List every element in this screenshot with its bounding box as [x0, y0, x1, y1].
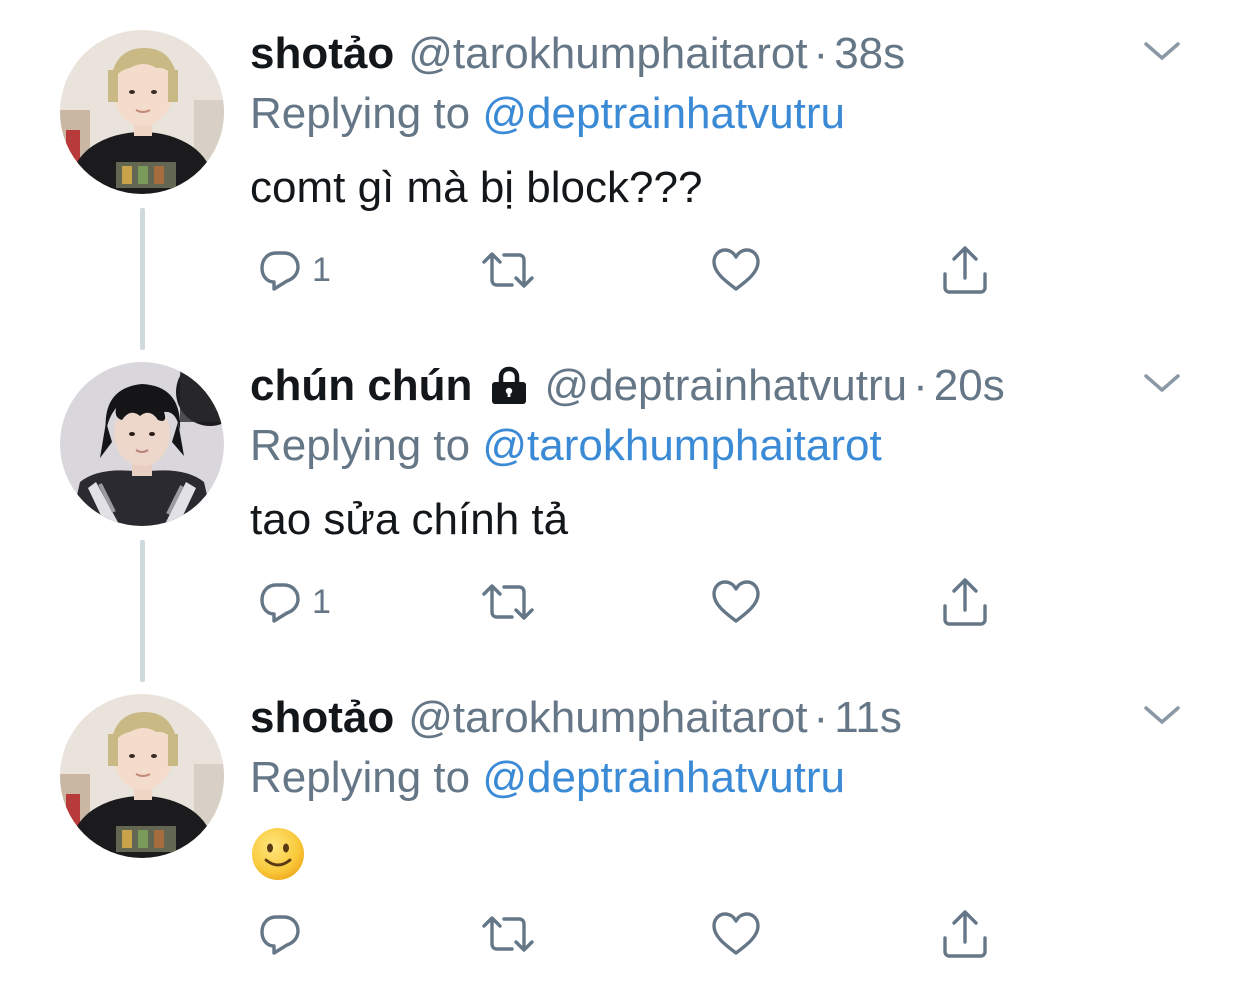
tweet-text	[250, 822, 306, 882]
like-button[interactable]	[710, 240, 762, 300]
replying-to-handle[interactable]: @deptrainhatvutru	[482, 753, 845, 802]
reply-button[interactable]: 1	[256, 572, 331, 632]
replying-to: Replying to @deptrainhatvutru	[250, 750, 845, 806]
avatar[interactable]	[60, 694, 224, 858]
tweet-header: chún chún @deptrainhatvutru · 20s	[250, 358, 1005, 414]
reply-count: 1	[312, 251, 331, 289]
timestamp[interactable]: 38s	[834, 26, 905, 82]
retweet-button[interactable]	[480, 240, 536, 300]
display-name[interactable]: shotảo	[250, 690, 394, 746]
user-handle[interactable]: @tarokhumphaitarot	[408, 26, 807, 82]
avatar[interactable]	[60, 362, 224, 526]
reply-button[interactable]	[256, 904, 312, 964]
separator-dot: ·	[813, 29, 829, 78]
separator-dot: ·	[813, 693, 829, 742]
reply-count: 1	[312, 583, 331, 621]
retweet-icon	[482, 584, 534, 620]
user-handle[interactable]: @deptrainhatvutru	[544, 358, 907, 414]
avatar-photo	[60, 30, 224, 194]
tweet-actions: 1	[250, 572, 1050, 632]
like-icon	[712, 580, 760, 623]
share-button[interactable]	[940, 904, 990, 964]
display-name[interactable]: chún chún	[250, 358, 472, 414]
replying-to: Replying to @deptrainhatvutru	[250, 86, 845, 142]
timestamp[interactable]: 20s	[934, 358, 1005, 414]
like-icon	[712, 912, 760, 955]
user-handle[interactable]: @tarokhumphaitarot	[408, 690, 807, 746]
tweet-text: comt gì mà bị block???	[250, 163, 703, 212]
share-icon	[943, 246, 987, 294]
display-name[interactable]: shotảo	[250, 26, 394, 82]
replying-prefix: Replying to	[250, 89, 471, 138]
replying-prefix: Replying to	[250, 753, 471, 802]
replying-to: Replying to @tarokhumphaitarot	[250, 418, 882, 474]
separator-dot: ·	[913, 361, 928, 410]
replying-to-handle[interactable]: @tarokhumphaitarot	[482, 421, 881, 470]
retweet-button[interactable]	[480, 572, 536, 632]
reply-icon	[260, 915, 300, 955]
tweet-actions	[250, 904, 1050, 964]
like-icon	[712, 248, 760, 291]
share-button[interactable]	[940, 240, 990, 300]
replying-to-handle[interactable]: @deptrainhatvutru	[482, 89, 845, 138]
replying-prefix: Replying to	[250, 421, 471, 470]
like-button[interactable]	[710, 572, 762, 632]
tweet[interactable]: chún chún @deptrainhatvutru · 20s Replyi…	[0, 332, 1242, 662]
slightly-smiling-face-icon	[252, 828, 304, 880]
reply-icon	[260, 251, 300, 291]
share-icon	[943, 578, 987, 626]
tweet-header: shotảo @tarokhumphaitarot · 38s	[250, 26, 905, 82]
chevron-down-icon[interactable]	[1140, 700, 1184, 730]
tweet-header: shotảo @tarokhumphaitarot · 11s	[250, 690, 902, 746]
tweet-text: tao sửa chính tả	[250, 495, 569, 544]
retweet-button[interactable]	[480, 904, 536, 964]
tweet[interactable]: shotảo @tarokhumphaitarot · 38s Replying…	[0, 0, 1242, 330]
chevron-down-icon[interactable]	[1140, 368, 1184, 398]
share-icon	[943, 910, 987, 958]
avatar-photo	[60, 362, 224, 526]
retweet-icon	[482, 916, 534, 952]
retweet-icon	[482, 252, 534, 288]
share-button[interactable]	[940, 572, 990, 632]
timestamp[interactable]: 11s	[834, 690, 902, 746]
chevron-down-icon[interactable]	[1140, 36, 1184, 66]
reply-button[interactable]: 1	[256, 240, 331, 300]
reply-icon	[260, 583, 300, 623]
tweet[interactable]: shotảo @tarokhumphaitarot · 11s Replying…	[0, 664, 1242, 994]
avatar-photo	[60, 694, 224, 858]
like-button[interactable]	[710, 904, 762, 964]
lock-icon	[492, 366, 527, 404]
tweet-actions: 1	[250, 240, 1050, 300]
avatar[interactable]	[60, 30, 224, 194]
